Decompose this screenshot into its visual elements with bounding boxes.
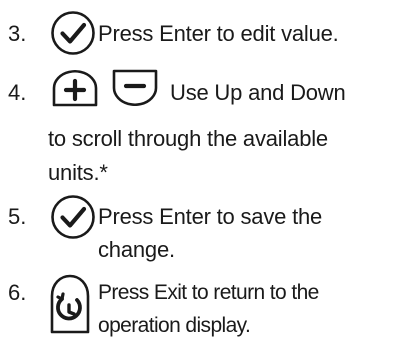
step-5-text-line-1: Press Enter to save the (98, 204, 323, 229)
step-number: 5. (8, 204, 27, 229)
step-4-text-line-2: to scroll through the available (48, 126, 328, 151)
minus-icon (110, 67, 160, 109)
exit-icon (48, 272, 92, 338)
step-6-text-line-2: operation display. (98, 314, 251, 337)
step-3-text: Press Enter to edit value. (98, 21, 339, 46)
step-number: 6. (8, 280, 27, 305)
enter-check-icon (50, 194, 96, 240)
step-4-text-line-3: units.* (48, 160, 108, 185)
step-number: 4. (8, 80, 27, 105)
step-number: 3. (8, 21, 27, 46)
step-6-text-line-1: Press Exit to return to the (98, 281, 319, 304)
step-4-text-line-1: Use Up and Down (170, 80, 346, 105)
enter-check-icon (50, 10, 96, 56)
step-5-text-line-2: change. (98, 237, 175, 262)
plus-icon (50, 67, 100, 109)
